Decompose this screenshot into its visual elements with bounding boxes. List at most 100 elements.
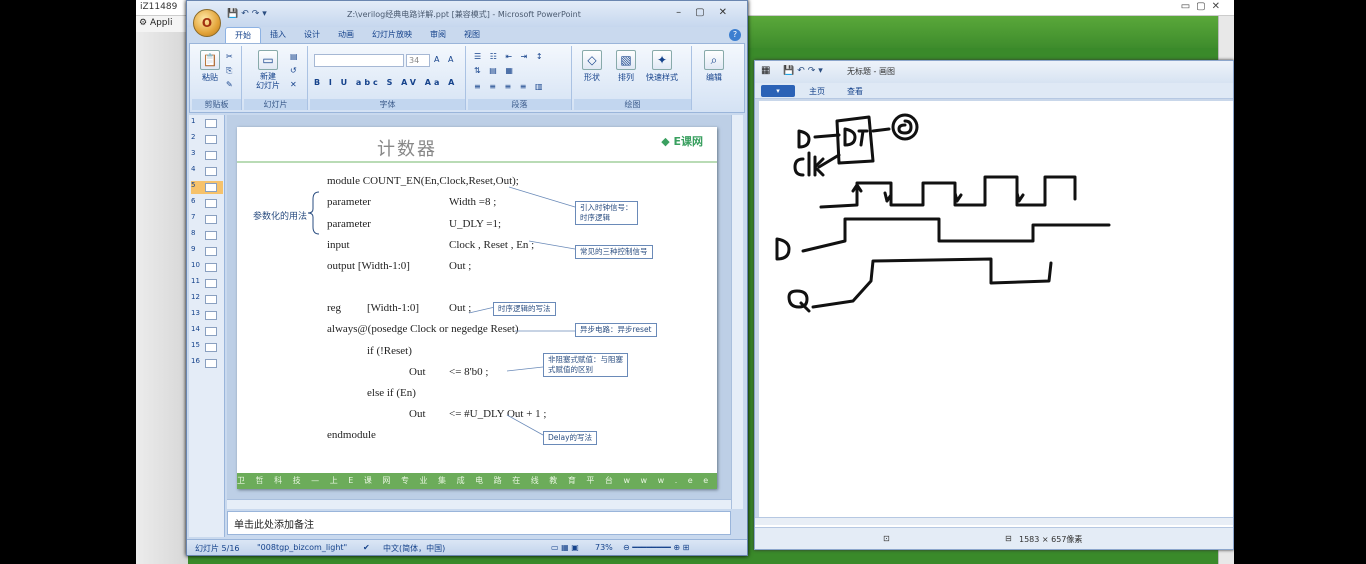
paint-horizontal-scrollbar[interactable] bbox=[755, 517, 1233, 525]
quick-access-toolbar[interactable]: 💾↶↷▾ bbox=[227, 9, 270, 19]
callout-note[interactable]: 引入时钟信号： 时序逻辑 bbox=[575, 201, 638, 225]
slide-thumb-1[interactable]: 1 bbox=[191, 117, 223, 130]
group-paragraph: ☰ ☷ ⇤ ⇥ ↕ ⇅ ▤ ▦ ≡ ≡ ≡ ≡ ▥ 段落 bbox=[468, 46, 572, 110]
remote-window-controls[interactable]: ▭▢✕ bbox=[1181, 1, 1226, 12]
tab-home[interactable]: 开始 bbox=[225, 27, 261, 43]
text-direction-buttons[interactable]: ⇅ ▤ ▦ bbox=[474, 66, 516, 75]
slide-number: 3 bbox=[191, 149, 196, 157]
horizontal-scrollbar[interactable] bbox=[227, 499, 731, 509]
slide-thumb-9[interactable]: 9 bbox=[191, 245, 223, 258]
paint-titlebar: ▦ 💾↶↷▾ 无标题 - 画图 bbox=[755, 61, 1233, 83]
remote-title: iZ11489 bbox=[140, 2, 178, 12]
powerpoint-statusbar: 幻灯片 5/16 "008tgp_bizcom_light" ✔ 中文(简体，中… bbox=[187, 539, 747, 555]
slide-thumb-2[interactable]: 2 bbox=[191, 133, 223, 146]
slide-thumb-11[interactable]: 11 bbox=[191, 277, 223, 290]
font-grow-shrink[interactable]: A A bbox=[434, 55, 457, 64]
arrange-button[interactable]: ▧ 排列 bbox=[610, 48, 642, 92]
slide-number: 1 bbox=[191, 117, 196, 125]
slide-thumb-7[interactable]: 7 bbox=[191, 213, 223, 226]
binoculars-icon: ⌕ bbox=[704, 50, 724, 70]
slide-thumb-14[interactable]: 14 bbox=[191, 325, 223, 338]
slide-thumbnail bbox=[205, 343, 217, 352]
callout-note[interactable]: Delay的写法 bbox=[543, 431, 598, 445]
font-format-buttons[interactable]: B I U abc S AV Aa A bbox=[314, 78, 457, 87]
paste-button[interactable]: 📋 粘贴 bbox=[194, 48, 226, 92]
slides-small-icons[interactable]: ▤ ↺ ✕ bbox=[290, 50, 304, 92]
slide-thumbnail bbox=[205, 311, 217, 320]
spellcheck-icon[interactable]: ✔ bbox=[363, 543, 370, 552]
slide-canvas[interactable]: 计数器 ◆ E课网 参数化的用法 module COUNT_EN(En,Cloc… bbox=[237, 127, 717, 489]
edit-button[interactable]: ⌕ 编辑 bbox=[698, 48, 730, 92]
list-buttons[interactable]: ☰ ☷ ⇤ ⇥ ↕ bbox=[474, 52, 546, 61]
callout-lines bbox=[468, 186, 576, 436]
slide-thumb-8[interactable]: 8 bbox=[191, 229, 223, 242]
remote-desktop-screen: iZ11489 ▭▢✕ ⚙ Appli 💾↶↷▾ Z:\verilog经典电路详… bbox=[136, 0, 1234, 564]
slide-number: 9 bbox=[191, 245, 196, 253]
paragraph-group-label: 段落 bbox=[468, 99, 571, 110]
powerpoint-window: 💾↶↷▾ Z:\verilog经典电路详解.ppt [兼容模式] - Micro… bbox=[186, 0, 748, 556]
view-buttons[interactable]: ▭ ▦ ▣ bbox=[551, 543, 579, 552]
slide-thumb-12[interactable]: 12 bbox=[191, 293, 223, 306]
vertical-scrollbar[interactable] bbox=[731, 115, 743, 509]
slide-number: 10 bbox=[191, 261, 200, 269]
slide-thumb-10[interactable]: 10 bbox=[191, 261, 223, 274]
font-name-box[interactable] bbox=[314, 54, 404, 67]
slide-number: 2 bbox=[191, 133, 196, 141]
apps-label[interactable]: ⚙ Appli bbox=[136, 16, 186, 32]
office-button[interactable]: O bbox=[193, 9, 221, 37]
new-slide-label: 新建 幻灯片 bbox=[256, 72, 280, 90]
slide-footer: 卫 哲 科 技 — 上 E 课 网 专 业 集 成 电 路 在 线 教 育 平 … bbox=[237, 473, 717, 489]
canvas-size-icon: ⊟ bbox=[1005, 534, 1012, 543]
powerpoint-window-controls[interactable]: –▢✕ bbox=[676, 7, 741, 18]
paste-label: 粘贴 bbox=[202, 73, 218, 82]
shape-button[interactable]: ◇ 形状 bbox=[576, 48, 608, 92]
slide-thumb-6[interactable]: 6 bbox=[191, 197, 223, 210]
group-clipboard: 📋 粘贴 ✂ ⎘ ✎ 剪贴板 bbox=[192, 46, 242, 110]
tab-slideshow[interactable]: 幻灯片放映 bbox=[363, 27, 421, 43]
notes-pane[interactable]: 单击此处添加备注 bbox=[227, 511, 731, 535]
slide-editing-area[interactable]: 计数器 ◆ E课网 参数化的用法 module COUNT_EN(En,Cloc… bbox=[227, 115, 743, 509]
ribbon: 📋 粘贴 ✂ ⎘ ✎ 剪贴板 ▭ 新建 幻灯片 ▤ ↺ ✕ 幻灯片 34 A A… bbox=[189, 43, 745, 113]
tab-view[interactable]: 视图 bbox=[455, 27, 489, 43]
callout-note[interactable]: 非阻塞式赋值：与阻塞 式赋值的区别 bbox=[543, 353, 628, 377]
font-group-label: 字体 bbox=[310, 99, 465, 110]
canvas-size: 1583 × 657像素 bbox=[1019, 535, 1083, 544]
new-slide-button[interactable]: ▭ 新建 幻灯片 bbox=[248, 48, 288, 92]
desktop-left-panel bbox=[136, 32, 188, 564]
quick-styles-button[interactable]: ✦ 快速样式 bbox=[644, 48, 680, 92]
slide-thumbnail bbox=[205, 215, 217, 224]
paint-canvas[interactable] bbox=[759, 101, 1233, 519]
quick-styles-icon: ✦ bbox=[652, 50, 672, 70]
slide-thumb-13[interactable]: 13 bbox=[191, 309, 223, 322]
tab-review[interactable]: 审阅 bbox=[421, 27, 455, 43]
arrange-label: 排列 bbox=[618, 73, 634, 82]
slide-thumb-15[interactable]: 15 bbox=[191, 341, 223, 354]
tab-view[interactable]: 查看 bbox=[847, 86, 863, 97]
callout-note[interactable]: 常见的三种控制信号 bbox=[575, 245, 653, 259]
help-icon[interactable]: ? bbox=[729, 29, 741, 41]
callout-note[interactable]: 时序逻辑的写法 bbox=[493, 302, 556, 316]
tab-insert[interactable]: 插入 bbox=[261, 27, 295, 43]
desktop-background bbox=[726, 16, 1234, 48]
slide-thumb-5[interactable]: 5 bbox=[191, 181, 223, 194]
font-size-box[interactable]: 34 bbox=[406, 54, 430, 67]
handwritten-sketch bbox=[775, 113, 1111, 313]
tab-home[interactable]: 主页 bbox=[809, 86, 825, 97]
slide-number: 6 bbox=[191, 197, 196, 205]
ribbon-tabs: 开始 插入 设计 动画 幻灯片放映 审阅 视图 bbox=[225, 27, 489, 43]
slide-number: 5 bbox=[191, 181, 196, 189]
slide-thumb-16[interactable]: 16 bbox=[191, 357, 223, 370]
slide-thumb-3[interactable]: 3 bbox=[191, 149, 223, 162]
paint-menu-button[interactable]: ▾ bbox=[761, 85, 795, 97]
callout-note[interactable]: 异步电路：异步reset bbox=[575, 323, 657, 337]
align-buttons[interactable]: ≡ ≡ ≡ ≡ ▥ bbox=[474, 82, 546, 91]
slide-number: 13 bbox=[191, 309, 200, 317]
tab-design[interactable]: 设计 bbox=[295, 27, 329, 43]
slide-thumb-4[interactable]: 4 bbox=[191, 165, 223, 178]
tab-animation[interactable]: 动画 bbox=[329, 27, 363, 43]
slide-thumbnail bbox=[205, 183, 217, 192]
clipboard-small-icons[interactable]: ✂ ⎘ ✎ bbox=[226, 50, 238, 92]
group-drawing: ◇ 形状 ▧ 排列 ✦ 快速样式 绘图 bbox=[574, 46, 692, 110]
zoom-slider[interactable]: ⊖ ━━━━━━━━ ⊕ ⊞ bbox=[623, 543, 689, 552]
paint-quick-access[interactable]: 💾↶↷▾ bbox=[783, 66, 826, 76]
